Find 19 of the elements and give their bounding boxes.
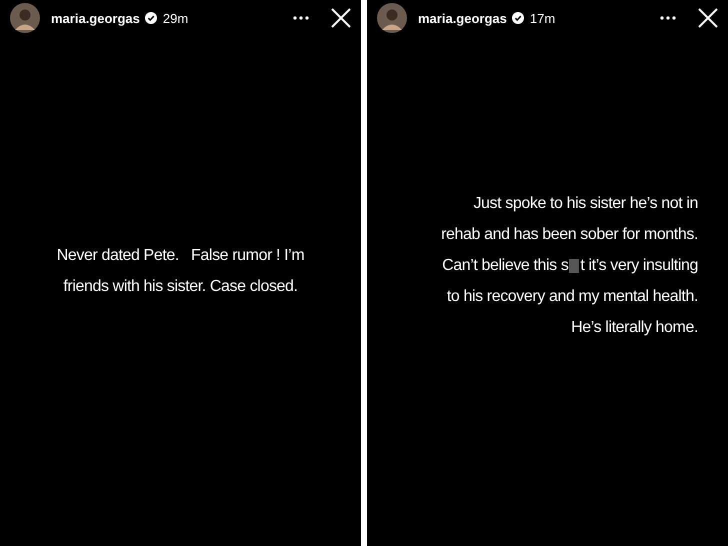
caption-line: Never dated Pete. False rumor ! I’m [56, 246, 304, 266]
caption-line: Just spoke to his sister he’s not in [473, 194, 698, 214]
caption-line: friends with his sister. Case closed. [63, 277, 298, 297]
post-time: 29m [162, 10, 188, 26]
avatar-icon[interactable] [10, 3, 40, 33]
more-options-icon[interactable] [660, 16, 676, 20]
caption-line: He’s literally home. [571, 318, 698, 338]
username[interactable]: maria.georgas [418, 10, 507, 26]
avatar-icon[interactable] [377, 3, 407, 33]
caption-line: rehab and has been sober for months. [441, 225, 698, 245]
post-time: 17m [530, 10, 556, 26]
close-icon[interactable] [698, 8, 718, 28]
close-icon[interactable] [331, 8, 351, 28]
username[interactable]: maria.georgas [51, 10, 140, 26]
caption-text: t it’s very insulting [580, 256, 698, 276]
more-options-icon[interactable] [293, 16, 309, 20]
censor-block [569, 258, 580, 272]
caption-line: to his recovery and my mental health. [446, 287, 698, 307]
caption-text: Can’t believe this s [442, 256, 568, 276]
